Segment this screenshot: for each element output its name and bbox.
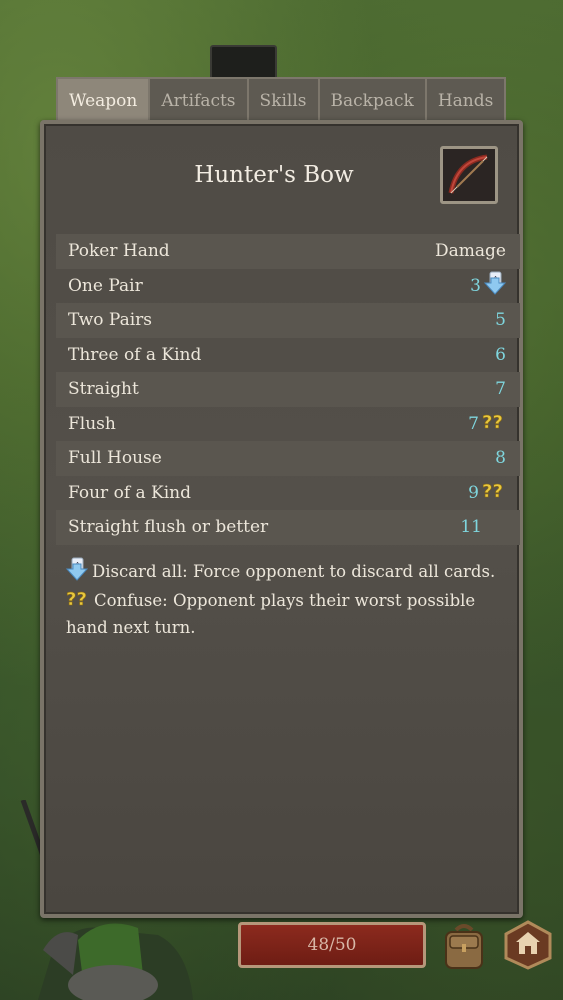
table-row: Flush 7 ?? bbox=[56, 407, 520, 442]
tab-hands[interactable]: Hands bbox=[424, 77, 507, 121]
table-row: One Pair 3 A bbox=[56, 269, 520, 304]
header-damage: Damage bbox=[435, 241, 506, 262]
hand-name: Three of a Kind bbox=[68, 344, 202, 365]
weapon-panel: Hunter's Bow Poker Hand Damage One Pair … bbox=[40, 120, 523, 918]
weapon-name: Hunter's Bow bbox=[194, 162, 354, 188]
header-poker-hand: Poker Hand bbox=[68, 241, 170, 262]
hand-name: Full House bbox=[68, 448, 162, 469]
discard-all-icon: A bbox=[483, 271, 507, 300]
damage-value: 6 bbox=[495, 344, 506, 365]
tab-backpack[interactable]: Backpack bbox=[317, 77, 427, 121]
damage-value: 11 bbox=[460, 517, 482, 538]
tab-skills[interactable]: Skills bbox=[246, 77, 320, 121]
description-text: Discard all: Force opponent to discard a… bbox=[92, 562, 496, 581]
tab-weapon[interactable]: Weapon bbox=[56, 77, 151, 121]
confuse-icon: ?? bbox=[482, 480, 506, 505]
description-text: Confuse: Opponent plays their worst poss… bbox=[66, 591, 476, 637]
tab-artifacts[interactable]: Artifacts bbox=[148, 77, 249, 121]
table-row: Straight 7 bbox=[56, 372, 520, 407]
hand-name: Two Pairs bbox=[68, 310, 153, 331]
table-row: Two Pairs 5 bbox=[56, 303, 520, 338]
table-row: Four of a Kind 9 ?? bbox=[56, 476, 520, 511]
table-row: Straight flush or better 11 bbox=[56, 510, 520, 545]
damage-table: Poker Hand Damage One Pair 3 A Two Pairs… bbox=[56, 234, 520, 545]
bow-icon[interactable] bbox=[440, 146, 498, 204]
discard-all-icon: A bbox=[65, 557, 89, 588]
svg-text:??: ?? bbox=[66, 589, 87, 608]
tab-bar: Weapon Artifacts Skills Backpack Hands bbox=[56, 77, 507, 121]
description-line: A Discard all: Force opponent to discard… bbox=[65, 557, 511, 588]
hand-name: One Pair bbox=[68, 275, 143, 296]
description-line: ?? Confuse: Opponent plays their worst p… bbox=[66, 588, 511, 640]
svg-text:??: ?? bbox=[482, 481, 503, 500]
svg-text:??: ?? bbox=[482, 412, 503, 431]
home-icon[interactable] bbox=[503, 920, 553, 970]
damage-value: 7 bbox=[468, 413, 479, 434]
hand-name: Straight flush or better bbox=[68, 517, 269, 538]
hand-name: Four of a Kind bbox=[68, 482, 192, 503]
damage-value: 7 bbox=[495, 379, 506, 400]
table-row: Full House 8 bbox=[56, 441, 520, 476]
hand-name: Straight bbox=[68, 379, 139, 400]
damage-value: 5 bbox=[495, 310, 506, 331]
backpack-icon[interactable] bbox=[440, 922, 488, 972]
table-row: Three of a Kind 6 bbox=[56, 338, 520, 373]
health-bar: 48/50 bbox=[238, 922, 426, 968]
damage-value: 3 bbox=[470, 275, 481, 296]
hand-name: Flush bbox=[68, 413, 116, 434]
table-header: Poker Hand Damage bbox=[56, 234, 520, 269]
damage-value: 8 bbox=[495, 448, 506, 469]
confuse-icon: ?? bbox=[482, 411, 506, 436]
effect-descriptions: A Discard all: Force opponent to discard… bbox=[66, 557, 511, 640]
confuse-icon: ?? bbox=[66, 588, 90, 615]
damage-value: 9 bbox=[468, 482, 479, 503]
